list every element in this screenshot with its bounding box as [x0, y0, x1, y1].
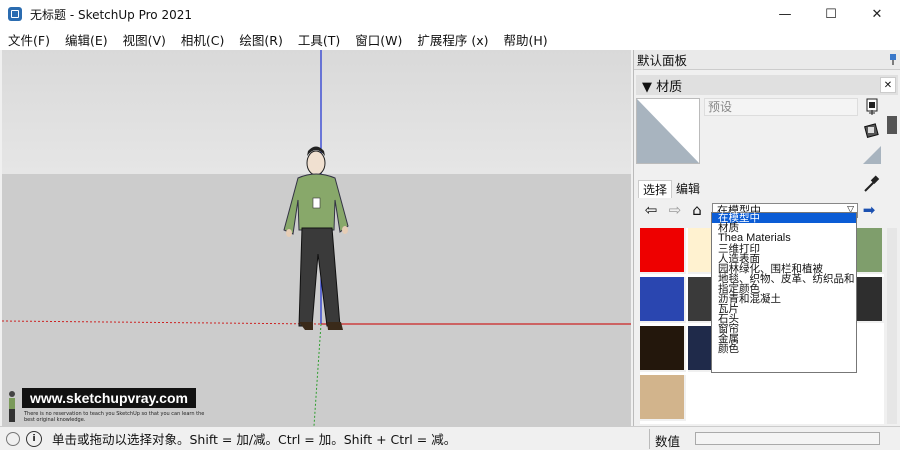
create-material-icon[interactable] [863, 98, 881, 116]
green-axis-negative [313, 323, 322, 426]
status-hint: 单击或拖动以选择对象。Shift = 加/减。Ctrl = 加。Shift + … [52, 432, 457, 447]
watermark-figure [9, 391, 15, 422]
watermark-caption: There is no reservation to teach you Ske… [24, 411, 205, 423]
info-icon[interactable]: i [26, 430, 42, 447]
menu-extensions[interactable]: 扩展程序 (x) [409, 30, 495, 49]
model-viewport[interactable]: www.sketchupvray.com There is no reserva… [2, 50, 631, 426]
status-divider [649, 429, 650, 449]
details-arrow-icon[interactable]: ➡ [860, 201, 878, 219]
eyedropper-icon[interactable] [862, 174, 880, 194]
swatch-red[interactable] [640, 228, 686, 274]
material-name-field[interactable]: 预设 [704, 98, 858, 116]
title-bar: 无标题 - SketchUp Pro 2021 — ☐ ✕ [0, 0, 900, 28]
menu-window[interactable]: 窗口(W) [347, 30, 409, 49]
materials-tabs: 选择 编辑 [638, 180, 704, 198]
panel-scrollbar-thumb[interactable] [887, 116, 897, 134]
watermark-banner: www.sketchupvray.com [22, 388, 196, 408]
minimize-button[interactable]: — [762, 0, 808, 28]
maximize-button[interactable]: ☐ [808, 0, 854, 28]
swatch-dark-brown[interactable] [640, 326, 686, 372]
tab-select[interactable]: 选择 [638, 180, 673, 198]
forward-icon[interactable]: ⇨ [666, 201, 684, 219]
menu-tools[interactable]: 工具(T) [290, 30, 347, 49]
close-icon[interactable]: ✕ [880, 77, 896, 93]
sketchup-app-icon [8, 7, 22, 21]
red-axis-negative [2, 320, 322, 325]
pin-icon[interactable] [888, 53, 898, 66]
tray-title: 默认面板 [637, 53, 688, 68]
watermark: www.sketchupvray.com There is no reserva… [2, 386, 212, 426]
materials-panel-header[interactable]: ▼ 材质 ✕ [636, 75, 898, 95]
menu-draw[interactable]: 绘图(R) [231, 30, 289, 49]
measurements-input[interactable] [695, 432, 880, 445]
menu-edit[interactable]: 编辑(E) [57, 30, 115, 49]
swatch-tan[interactable] [640, 375, 686, 421]
materials-title: ▼ 材质 [642, 79, 683, 95]
status-bar: i 单击或拖动以选择对象。Shift = 加/减。Ctrl = 加。Shift … [0, 426, 900, 450]
geolocation-icon[interactable] [6, 431, 20, 446]
library-dropdown[interactable]: 在模型中 材质 Thea Materials 三维打印 人造表面 园林绿化、围栏… [711, 212, 857, 373]
home-icon[interactable]: ⌂ [688, 201, 706, 219]
material-preview [636, 98, 700, 164]
material-preview-swatch [637, 99, 699, 163]
menu-bar: 文件(F) 编辑(E) 视图(V) 相机(C) 绘图(R) 工具(T) 窗口(W… [0, 28, 900, 50]
menu-view[interactable]: 视图(V) [115, 30, 173, 49]
paint-bucket-icon[interactable] [863, 122, 881, 140]
default-material-icon[interactable] [863, 146, 881, 164]
tray-header: 默认面板 [634, 50, 900, 70]
swatch-blue[interactable] [640, 277, 686, 323]
swatch-scrollbar[interactable] [887, 228, 897, 424]
menu-camera[interactable]: 相机(C) [173, 30, 231, 49]
menu-file[interactable]: 文件(F) [0, 30, 57, 49]
close-window-button[interactable]: ✕ [854, 0, 900, 28]
scale-figure [283, 146, 349, 330]
measurements-label: 数值 [655, 434, 681, 449]
axes-layer [2, 50, 631, 426]
back-icon[interactable]: ⇦ [642, 201, 660, 219]
menu-help[interactable]: 帮助(H) [496, 30, 555, 49]
window-controls: — ☐ ✕ [762, 0, 900, 28]
tab-edit[interactable]: 编辑 [672, 180, 704, 198]
window-title: 无标题 - SketchUp Pro 2021 [30, 7, 192, 22]
dropdown-item-colors[interactable]: 颜色 [712, 344, 856, 355]
